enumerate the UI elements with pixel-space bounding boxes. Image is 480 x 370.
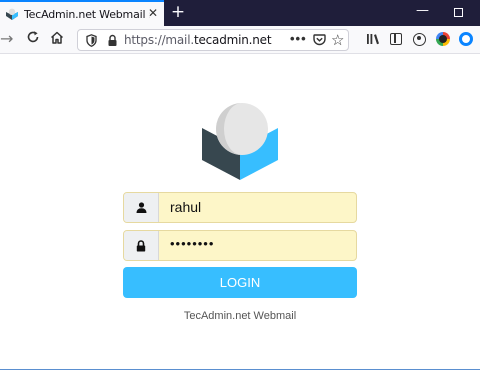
sidebar-icon[interactable] — [390, 33, 402, 45]
username-field[interactable]: rahul — [123, 192, 357, 223]
tab-webmail[interactable]: TecAdmin.net Webmail :: Welcome to TecAd… — [0, 0, 164, 26]
close-tab-icon[interactable]: ✕ — [148, 6, 158, 20]
library-icon[interactable] — [366, 33, 380, 45]
extension-colorwheel-icon[interactable] — [436, 32, 450, 46]
maximize-icon[interactable] — [454, 8, 463, 17]
url-text[interactable]: https://mail.tecadmin.net — [124, 33, 272, 47]
roundcube-logo — [202, 103, 278, 180]
url-domain: tecadmin.net — [193, 33, 272, 47]
browser-window: TecAdmin.net Webmail :: Welcome to TecAd… — [0, 0, 480, 370]
navigation-toolbar: → https://mail.tecadmin.net ••• ☆ — [0, 26, 480, 54]
product-name-footer: TecAdmin.net Webmail — [183, 310, 297, 322]
account-icon[interactable] — [413, 33, 426, 46]
password-input[interactable]: •••••••• — [170, 236, 214, 251]
extension-ring-icon[interactable] — [459, 32, 473, 46]
pocket-icon[interactable] — [313, 34, 326, 46]
reload-icon[interactable] — [26, 30, 40, 44]
login-button[interactable]: LOGIN — [123, 267, 357, 298]
webmail-login-page: rahul •••••••• LOGIN TecAdmin.net Webmai… — [0, 55, 480, 370]
username-input[interactable]: rahul — [170, 199, 201, 215]
url-prefix: https://mail. — [124, 33, 194, 47]
minimize-icon[interactable]: — — [416, 3, 429, 18]
username-addon — [124, 193, 159, 222]
user-icon — [136, 202, 146, 213]
lock-icon[interactable] — [107, 34, 118, 47]
new-tab-icon[interactable]: + — [168, 1, 188, 23]
password-addon — [124, 231, 159, 260]
password-field[interactable]: •••••••• — [123, 230, 357, 261]
tab-title: TecAdmin.net Webmail :: Welcome to TecAd… — [24, 7, 150, 21]
tracking-shield-icon[interactable] — [86, 34, 97, 47]
bookmark-star-icon[interactable]: ☆ — [331, 31, 344, 49]
home-icon[interactable] — [50, 31, 64, 44]
lock-icon — [136, 239, 146, 251]
address-bar[interactable]: https://mail.tecadmin.net ••• ☆ — [77, 29, 349, 51]
page-actions-icon[interactable]: ••• — [290, 31, 307, 46]
roundcube-favicon-icon — [6, 8, 18, 20]
tab-strip: TecAdmin.net Webmail :: Welcome to TecAd… — [0, 0, 480, 26]
forward-arrow-icon[interactable]: → — [0, 29, 13, 48]
